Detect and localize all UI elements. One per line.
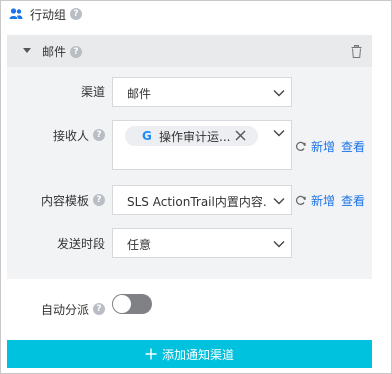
add-channel-label: 添加通知渠道 xyxy=(161,347,234,362)
auto-dispatch-toggle[interactable] xyxy=(112,294,152,314)
channel-select[interactable]: 邮件 xyxy=(112,77,292,107)
refresh-icon[interactable] xyxy=(295,195,306,206)
channel-label: 渠道 xyxy=(80,84,105,99)
template-value: SLS ActionTrail内置内容... xyxy=(127,195,267,209)
plus-icon xyxy=(145,348,157,360)
view-template-link[interactable]: 查看 xyxy=(341,192,365,209)
user-group-icon xyxy=(9,8,23,19)
template-select[interactable]: SLS ActionTrail内置内容... xyxy=(112,185,292,215)
template-actions: 新增 查看 xyxy=(295,192,371,208)
refresh-icon[interactable] xyxy=(295,141,306,152)
question-icon[interactable]: ? xyxy=(93,129,105,141)
channel-value: 邮件 xyxy=(127,87,152,101)
caret-down-icon[interactable] xyxy=(23,48,31,53)
send-period-label: 发送时段 xyxy=(56,236,105,251)
panel-header[interactable]: 邮件 ? xyxy=(7,35,372,67)
send-period-select[interactable]: 任意 xyxy=(112,228,292,258)
recipients-select[interactable]: G 操作审计运... xyxy=(112,120,292,170)
close-icon[interactable] xyxy=(235,130,246,141)
template-label: 内容模板 ? xyxy=(1,191,105,209)
action-group-title: 行动组 xyxy=(30,7,67,22)
chevron-down-icon xyxy=(273,90,285,97)
recipient-tag-text: 操作审计运... xyxy=(159,129,231,144)
add-template-link[interactable]: 新增 xyxy=(311,192,335,209)
recipients-label: 接收人 ? xyxy=(1,126,105,144)
auto-dispatch-label: 自动分派 ? xyxy=(1,300,105,318)
recipients-actions: 新增 查看 xyxy=(295,138,371,154)
send-period-value: 任意 xyxy=(127,238,152,252)
chevron-down-icon xyxy=(273,198,285,205)
toggle-knob xyxy=(113,295,131,313)
group-prefix: G xyxy=(142,129,152,143)
question-icon[interactable]: ? xyxy=(70,45,83,58)
add-notification-channel-button[interactable]: 添加通知渠道 xyxy=(7,340,372,368)
question-icon[interactable]: ? xyxy=(93,303,105,315)
question-icon[interactable]: ? xyxy=(93,194,105,206)
add-recipient-link[interactable]: 新增 xyxy=(311,138,335,155)
recipient-tag[interactable]: G 操作审计运... xyxy=(125,126,258,146)
action-group-form: 行动组 ? 邮件 ? 渠道 邮件 接收人 ? G 操作审计运... 新增 查看 … xyxy=(0,0,392,374)
view-recipient-link[interactable]: 查看 xyxy=(341,138,365,155)
question-icon[interactable]: ? xyxy=(70,8,83,20)
trash-icon[interactable] xyxy=(351,45,362,58)
action-group-header: 行动组 ? xyxy=(9,4,83,24)
panel-title: 邮件 xyxy=(42,45,67,59)
chevron-down-icon xyxy=(273,130,285,137)
chevron-down-icon xyxy=(273,241,285,248)
